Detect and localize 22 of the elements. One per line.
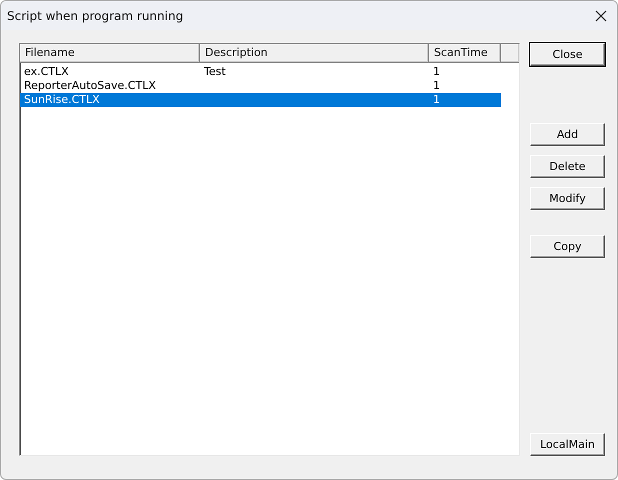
dialog-button[interactable]: Add (530, 123, 605, 146)
window-title: Script when program running (7, 8, 184, 22)
table-cell: SunRise.CTLX (24, 93, 100, 106)
table-cell: ex.CTLX (24, 65, 69, 78)
table-cell: 1 (433, 65, 440, 78)
table-cell: 1 (433, 79, 440, 92)
list-row[interactable]: SunRise.CTLX 1 (20, 93, 501, 107)
dialog-button[interactable]: Copy (530, 235, 605, 258)
column-header[interactable]: ScanTime (429, 44, 501, 62)
column-header[interactable]: Description (200, 44, 429, 62)
dialog-button[interactable]: Delete (530, 155, 605, 178)
list-row[interactable]: ex.CTLX Test 1 (20, 65, 501, 79)
table-cell: ReporterAutoSave.CTLX (24, 79, 156, 92)
table-cell: Test (204, 65, 226, 78)
column-header[interactable]: Filename (20, 44, 200, 62)
dialog-button[interactable]: LocalMain (530, 433, 605, 456)
dialog-button[interactable]: Close (530, 43, 605, 66)
list-row[interactable]: ReporterAutoSave.CTLX 1 (20, 79, 501, 93)
close-icon[interactable] (595, 10, 607, 22)
table-cell: 1 (433, 93, 440, 106)
file-list[interactable]: Filename Description ScanTime ex.CTLX Test 1 ReporterAutoSave.CTLX 1 SunRise.CTLX 1 (19, 43, 520, 456)
dialog-button[interactable]: Modify (530, 187, 605, 210)
